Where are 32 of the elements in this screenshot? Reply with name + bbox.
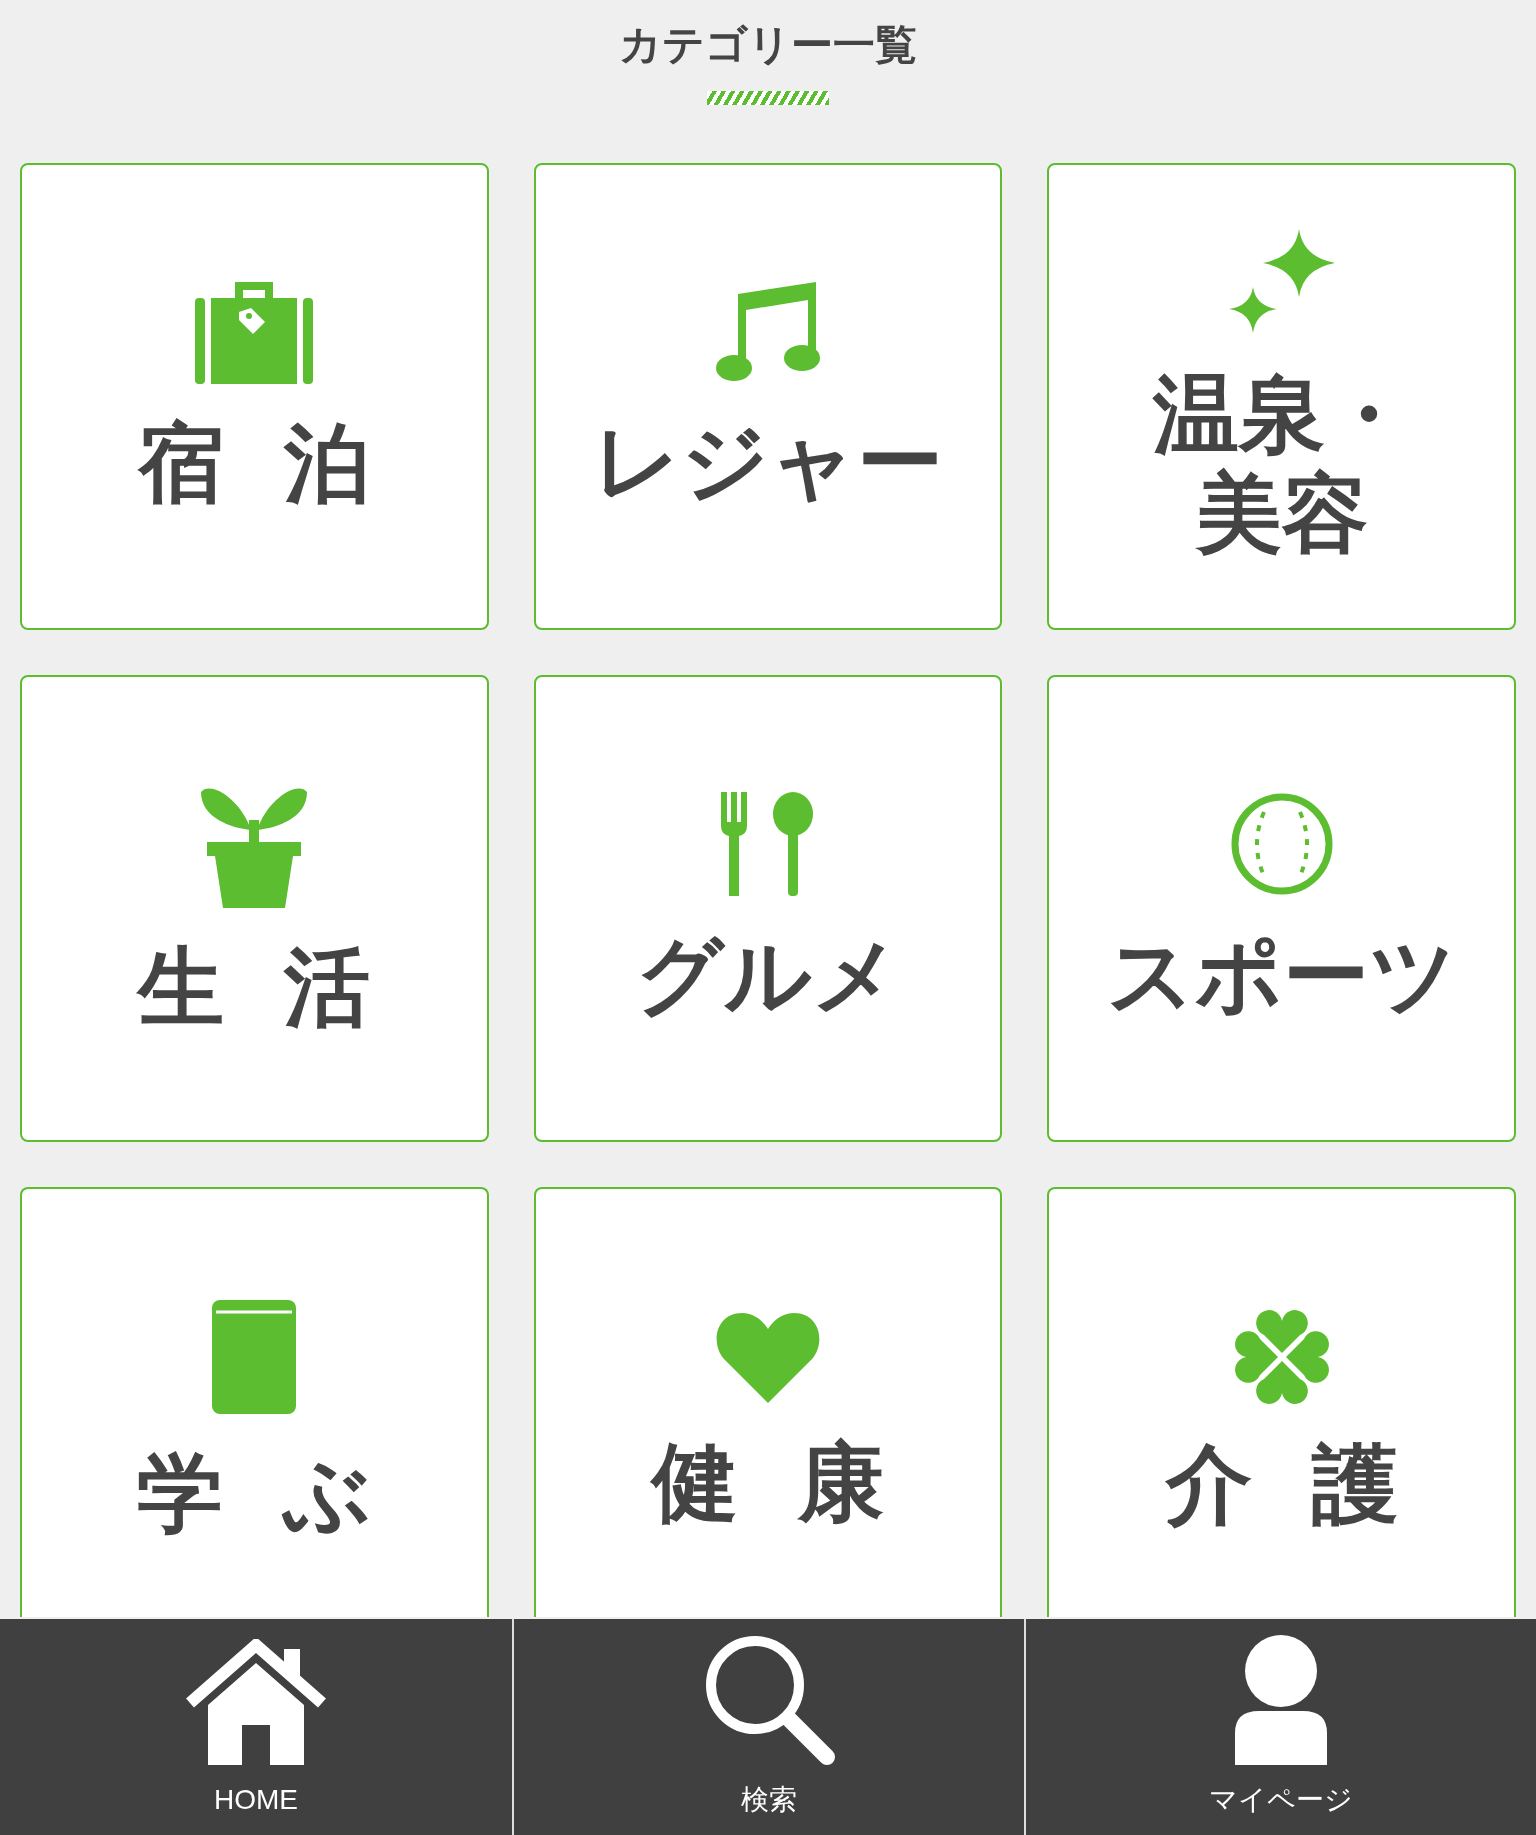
category-card[interactable]: 学ぶ — [20, 1186, 489, 1617]
home-icon — [186, 1639, 326, 1765]
category-card[interactable]: 健康 — [533, 1186, 1003, 1617]
category-label: レジャー — [593, 411, 943, 511]
music-note-icon — [716, 281, 820, 382]
category-card[interactable]: 生活 — [20, 674, 489, 1142]
category-label: 宿泊 — [136, 413, 431, 513]
category-label: グルメ — [636, 925, 900, 1025]
category-card[interactable]: レジャー — [533, 162, 1003, 630]
search-icon — [703, 1633, 835, 1765]
category-card[interactable]: 温泉・美容 — [1047, 162, 1516, 630]
nav-tab[interactable]: 検索 — [512, 1619, 1024, 1835]
category-card[interactable]: 介護 — [1047, 1186, 1516, 1617]
category-card[interactable]: スポーツ — [1047, 674, 1516, 1142]
category-label: 介護 — [1164, 1434, 1458, 1534]
page-title: カテゴリー一覧 — [619, 20, 917, 70]
nav-tab[interactable]: マイページ — [1024, 1619, 1536, 1835]
nav-tab[interactable]: HOME — [0, 1619, 512, 1835]
book-icon — [212, 1299, 297, 1414]
category-label: 温泉・美容 — [1151, 365, 1412, 563]
clover-icon — [1233, 1308, 1330, 1405]
category-label: 健康 — [649, 1432, 945, 1532]
user-icon — [1235, 1635, 1327, 1765]
category-card[interactable]: 宿泊 — [20, 162, 489, 630]
category-label: スポーツ — [1106, 925, 1457, 1025]
category-label: 生活 — [135, 937, 431, 1037]
heart-icon — [716, 1310, 820, 1403]
fork-and-spoon-icon — [721, 791, 815, 896]
suitcase-icon — [195, 279, 314, 384]
baseball-icon — [1229, 791, 1334, 896]
category-label: 学ぶ — [136, 1443, 432, 1543]
category-card[interactable]: グルメ — [533, 674, 1003, 1142]
